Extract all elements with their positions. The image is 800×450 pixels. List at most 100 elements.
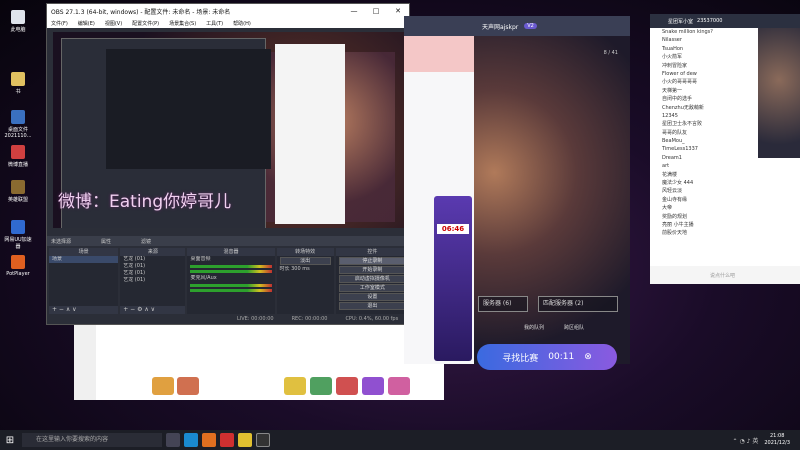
task-view-icon[interactable] [166,433,180,447]
transition-duration[interactable]: 时长 300 ms [277,266,334,273]
desktop-app-icon [11,110,25,124]
menu-scene-collection[interactable]: 场景集合(S) [169,20,196,27]
edge-icon[interactable] [184,433,198,447]
find-match-button[interactable]: 寻找比赛 00:11 ⊗ [477,344,617,370]
menu-help[interactable]: 帮助(H) [233,20,251,27]
gift-icon[interactable] [177,377,199,395]
clock[interactable]: 21:08 2021/12/3 [764,433,790,447]
gift-icon[interactable] [388,377,410,395]
settings-button[interactable]: 设置 [338,293,407,301]
chat-input[interactable]: 说点什么吧 [650,266,800,284]
desktop-icon[interactable]: 此电脑 [3,10,33,33]
chat-message: 天梯第一 [662,87,683,94]
scene-item[interactable]: 场景 [49,256,119,263]
match-server-select[interactable]: 匹配服务器 (2) [538,296,618,312]
properties-button[interactable]: 属性 [101,238,111,245]
desktop-icon-label: 此电脑 [10,27,26,33]
desktop-icon[interactable]: 桌面文件 2021110... [3,110,33,139]
mixer-dock: 混音器 桌面音频 麦克风/Aux [187,248,275,314]
source-item[interactable]: 艺龙 (01) [120,270,185,277]
desktop-icon[interactable]: PotPlayer [3,255,33,277]
scenes-footer-buttons[interactable]: + − ∧ ∨ [49,306,119,314]
taskbar-search-input[interactable]: 在这里输入你要搜索的内容 [22,433,162,447]
desktop-icon[interactable]: 网易UU加速器 [3,220,33,250]
scenes-header: 场景 [49,248,119,256]
menu-file[interactable]: 文件(F) [51,20,68,27]
chat-message: 金山寺有缘 [662,196,688,203]
obs-preview[interactable]: 微博：Eating你婷哥儿 [53,32,405,228]
clock-time: 21:08 [769,433,785,439]
cpu-status: CPU: 0.4%, 60.00 fps [345,316,399,322]
game-client-window: 天声网ajskpr V2 06:46 8 / 41 服务器 (6) 匹配服务器 … [404,16,630,370]
mixer-volume-slider[interactable] [190,289,272,292]
source-item[interactable]: 艺龙 (01) [120,263,185,270]
minimize-icon[interactable]: — [343,7,365,15]
exit-button[interactable]: 退出 [338,302,407,310]
chat-message: Flower of dew [662,70,697,77]
chat-message: 自闭中的选手 [662,96,693,103]
live-chat-window: 星团军小室 23537000 Snake million kings? Nilas… [650,14,800,284]
source-item[interactable]: 艺龙 (01) [120,277,185,284]
chat-message: 小火的哥哥哥哥 [662,79,698,86]
windows-start-icon[interactable]: ⊞ [0,435,20,446]
desktop-icon-label: 微博直播 [7,162,28,168]
filters-button[interactable]: 滤镜 [141,238,151,245]
chat-message: 小火箭军 [662,54,683,61]
server-select[interactable]: 服务器 (6) [478,296,528,312]
desktop-app-icon [11,10,25,24]
cross-region-checkbox[interactable]: 跨区组队 [564,324,584,331]
close-icon[interactable]: ✕ [387,7,409,15]
virtual-camera-button[interactable]: 启动虚拟摄像机 [338,275,407,283]
menu-view[interactable]: 视图(V) [105,20,122,27]
transitions-dock: 转场特效 淡出 时长 300 ms [276,248,334,314]
desktop-icon[interactable]: 书 [3,72,33,95]
firefox-icon[interactable] [202,433,216,447]
stop-recording-button[interactable]: 停止录制 [338,257,407,265]
menu-tools[interactable]: 工具(T) [206,20,223,27]
menu-edit[interactable]: 编辑(E) [78,20,95,27]
chat-message: BeaMou_ [662,138,685,145]
mixer-volume-slider[interactable] [190,270,272,273]
chat-message: 冲刺冒险家 [662,62,688,69]
gift-icon[interactable] [284,377,306,395]
rec-status: REC: 00:00:00 [291,316,328,322]
gift-icon[interactable] [362,377,384,395]
obs-titlebar[interactable]: OBS 27.1.3 (64-bit, windows) - 配置文件: 未命名… [47,4,409,18]
obs-icon[interactable] [256,433,270,447]
chat-message: TsuaHon [662,45,684,52]
desktop-icon[interactable]: 微博直播 [3,145,33,168]
chat-message: 魔法少女 444 [662,180,694,187]
desktop-app-icon [11,255,25,269]
stream-thumbnail[interactable] [758,28,800,158]
gift-icon[interactable] [310,377,332,395]
sources-dock: 来源 艺龙 (01) 艺龙 (01) 艺龙 (01) 艺龙 (01) + − ⚙… [120,248,186,314]
start-recording-button[interactable]: 开始录制 [338,266,407,274]
chat-message: 奖励的规划 [662,213,688,220]
desktop-icon-label: 英雄联盟 [7,197,28,203]
mixer-header: 混音器 [187,248,275,256]
level-badge: V2 [524,23,537,29]
preview-nested-scene [106,49,271,169]
gift-icon[interactable] [152,377,174,395]
transition-select[interactable]: 淡出 [279,257,331,265]
desktop-icon[interactable]: 英雄联盟 [3,180,33,203]
netease-icon[interactable] [220,433,234,447]
mixer-meter [190,284,272,287]
tray-icons[interactable]: ⌃ ◔ ♪ 英 [733,436,759,445]
room-name: 星团军小室 [668,18,694,25]
chat-message: 12345 [662,112,678,119]
studio-mode-button[interactable]: 工作室模式 [338,284,407,292]
chrome-icon[interactable] [238,433,252,447]
chat-message: Dream1 [662,154,682,161]
maximize-icon[interactable]: □ [365,7,387,15]
sources-footer-buttons[interactable]: + − ⚙ ∧ ∨ [120,306,186,314]
promo-banner[interactable]: 06:46 [434,196,472,361]
obs-window: OBS 27.1.3 (64-bit, windows) - 配置文件: 未命名… [46,3,411,325]
gift-icon[interactable] [336,377,358,395]
cancel-icon[interactable]: ⊗ [584,352,592,362]
queue-checkbox[interactable]: 我的队列 [524,324,544,331]
menu-profile[interactable]: 配置文件(P) [132,20,159,27]
chat-message-list[interactable]: Snake million kings? Nilasser TsuaHon 小火箭军冲… [650,28,758,268]
controls-header: 控件 [335,248,410,256]
source-item[interactable]: 艺龙 (01) [120,256,185,263]
